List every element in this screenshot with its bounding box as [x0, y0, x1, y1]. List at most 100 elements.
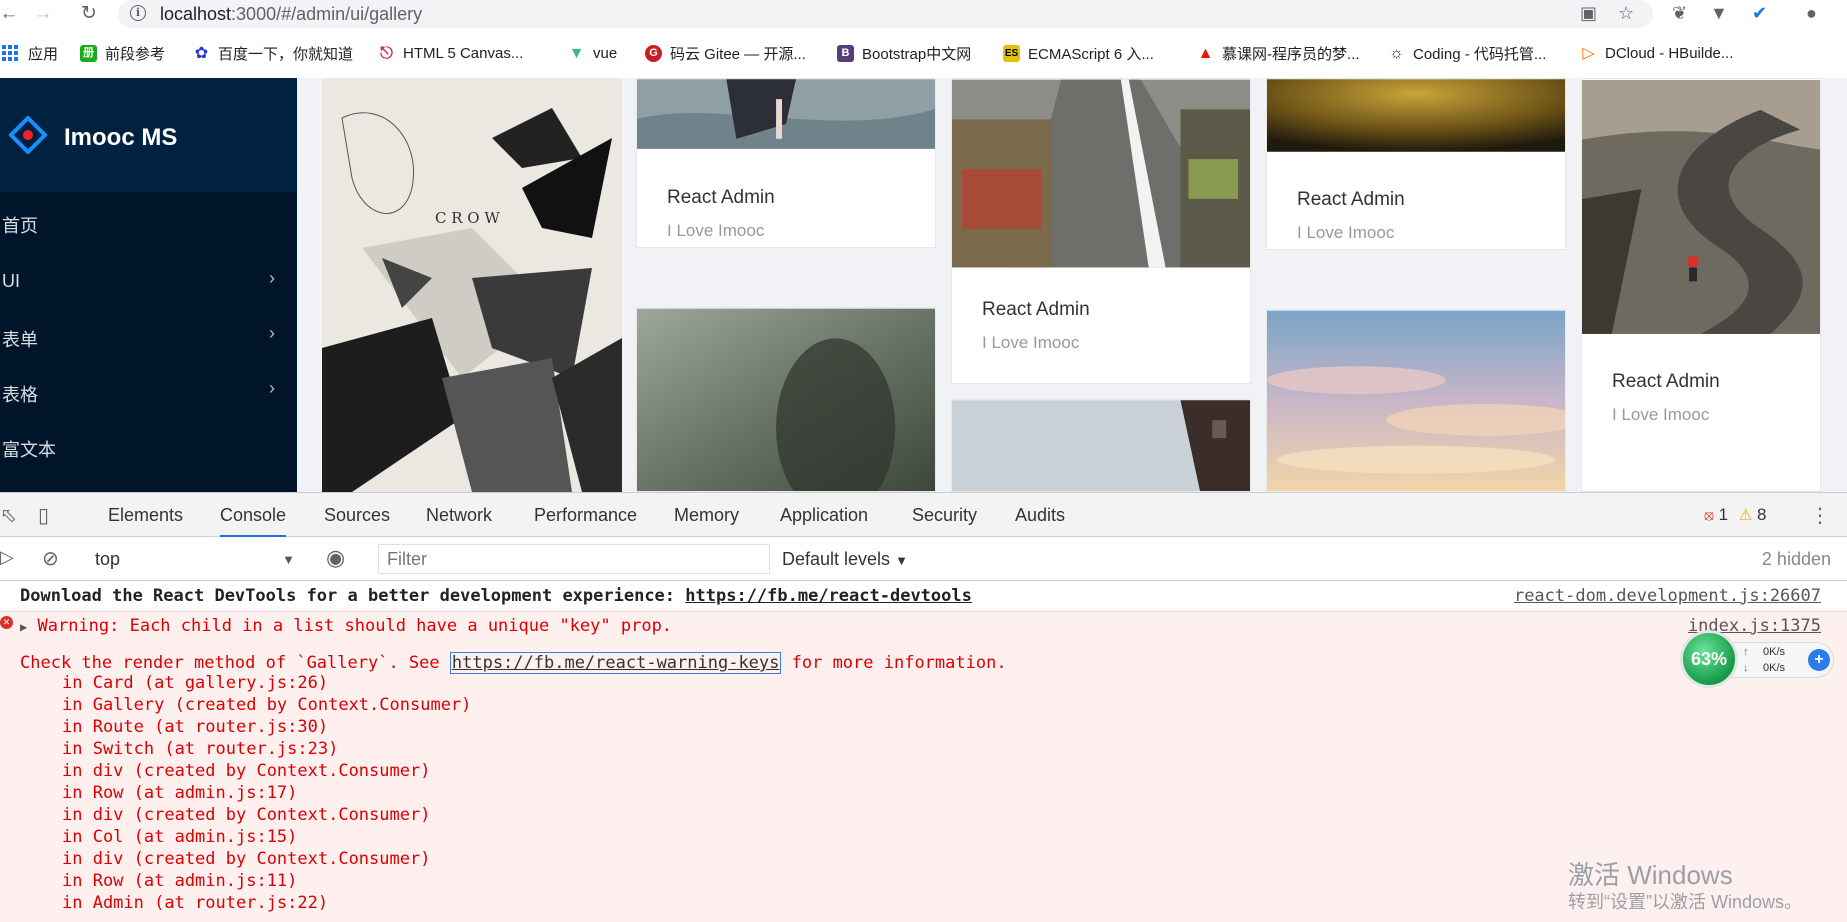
profile-avatar-icon[interactable]: ●: [1806, 3, 1817, 24]
network-speed-widget[interactable]: ↑ 0K/s ↓ 0K/s + 63%: [1680, 630, 1836, 690]
plus-icon[interactable]: +: [1808, 649, 1830, 671]
gallery-card[interactable]: React Admin I Love Imooc: [1266, 78, 1566, 250]
forward-arrow-icon[interactable]: →: [30, 2, 56, 26]
bookmark-gitee[interactable]: G 码云 Gitee — 开源...: [645, 43, 806, 63]
gallery-card[interactable]: [951, 399, 1251, 492]
caret-down-icon: ▼: [282, 552, 295, 567]
apps-icon: [2, 45, 18, 61]
devtools-tabbar: ⬁ ▯ Elements Console Sources Network Per…: [0, 493, 1847, 537]
error-icon: ⦻: [1704, 507, 1714, 524]
more-options-icon[interactable]: ⋮: [1810, 503, 1830, 528]
card-image-road: [1582, 80, 1820, 334]
tab-security[interactable]: Security: [912, 505, 977, 526]
chevron-right-icon: ›: [269, 323, 275, 343]
tab-elements[interactable]: Elements: [108, 505, 183, 526]
menu-item-ui[interactable]: UI ›: [0, 261, 297, 301]
menu-item-form[interactable]: 表单 ›: [0, 316, 297, 356]
info-text: Download the React DevTools for a better…: [20, 586, 972, 606]
stack-line: in Row (at admin.js:11): [62, 871, 298, 891]
log-levels-dropdown[interactable]: Default levels ▼: [782, 549, 908, 570]
extension-vue-icon[interactable]: ▼: [1710, 3, 1728, 24]
gallery-card[interactable]: [636, 307, 936, 492]
tab-network[interactable]: Network: [426, 505, 492, 526]
bookmark-baidu[interactable]: ✿ 百度一下，你就知道: [193, 43, 353, 63]
memory-usage-ball[interactable]: 63%: [1680, 630, 1738, 688]
bookmark-ecmascript[interactable]: ES ECMAScript 6 入...: [1003, 43, 1154, 63]
menu-label: 富文本: [2, 440, 56, 460]
stack-line: in div (created by Context.Consumer): [62, 849, 431, 869]
show-sidebar-icon[interactable]: ▷: [0, 547, 14, 568]
download-arrow-icon: ↓: [1743, 662, 1749, 674]
coding-icon: ☼: [1389, 44, 1404, 62]
stack-line: in div (created by Context.Consumer): [62, 761, 431, 781]
menu-item-home[interactable]: 首页: [0, 202, 297, 242]
tab-audits[interactable]: Audits: [1015, 505, 1065, 526]
clear-console-icon[interactable]: ⊘: [42, 546, 59, 571]
bookmark-star-icon[interactable]: ☆: [1618, 3, 1634, 24]
hidden-count: 2 hidden: [1761, 549, 1831, 569]
gallery-card[interactable]: [1266, 309, 1566, 492]
menu-item-table[interactable]: 表格 ›: [0, 371, 297, 411]
error-x-icon: ✕: [0, 616, 13, 629]
bookmark-dcloud[interactable]: ▷ DCloud - HBuilde...: [1580, 43, 1733, 63]
error-count: 1: [1718, 505, 1729, 524]
back-arrow-icon[interactable]: ←: [0, 2, 22, 26]
reload-icon[interactable]: ↻: [76, 2, 102, 26]
react-devtools-link[interactable]: https://fb.me/react-devtools: [685, 586, 972, 606]
levels-label: Default levels: [782, 549, 891, 569]
address-bar[interactable]: i localhost:3000/#/admin/ui/gallery ▣ ☆: [118, 0, 1653, 28]
tab-memory[interactable]: Memory: [674, 505, 739, 526]
device-toolbar-icon[interactable]: ▯: [38, 503, 49, 528]
translate-icon[interactable]: ▣: [1580, 3, 1597, 24]
info-source-link[interactable]: react-dom.development.js:26607: [1514, 586, 1821, 606]
react-warning-keys-link[interactable]: https://fb.me/react-warning-keys: [449, 652, 782, 674]
card-image-water: [637, 79, 935, 149]
eye-icon[interactable]: ◉: [326, 545, 345, 571]
bookmark-coding[interactable]: ☼ Coding - 代码托管...: [1388, 43, 1546, 63]
card-description: I Love Imooc: [982, 333, 1080, 352]
bookmark-qianduan[interactable]: 册 前段参考: [80, 43, 165, 63]
issue-counter[interactable]: ⦻ 1 ⚠ 8: [1704, 505, 1767, 525]
menu-item-rich-text[interactable]: 富文本: [0, 426, 297, 466]
es-icon: ES: [1003, 44, 1020, 62]
bookmark-html5-canvas[interactable]: ⎋ HTML 5 Canvas...: [378, 43, 523, 63]
gallery-card[interactable]: React Admin I Love Imooc: [1581, 78, 1821, 492]
gallery-card-crow[interactable]: C R O W: [322, 78, 622, 492]
context-value: top: [95, 549, 121, 569]
bookmark-vue[interactable]: ▼ vue: [568, 43, 618, 63]
tab-console[interactable]: Console: [220, 505, 287, 537]
inspect-element-icon[interactable]: ⬁: [0, 503, 17, 528]
card-image-autumn: [1267, 79, 1565, 152]
bookmark-imooc[interactable]: ▲ 慕课网-程序员的梦...: [1197, 43, 1360, 63]
tab-performance[interactable]: Performance: [534, 505, 637, 526]
card-image-sky: [1267, 310, 1565, 491]
bookmark-apps[interactable]: 应用: [2, 43, 58, 63]
bookmark-bootstrap[interactable]: B Bootstrap中文网: [837, 43, 971, 63]
gallery-card[interactable]: React Admin I Love Imooc: [636, 78, 936, 248]
card-image-building: [952, 400, 1250, 491]
bookmark-green-icon: 册: [80, 44, 97, 62]
filter-input[interactable]: Filter: [378, 544, 770, 574]
card-title: React Admin: [667, 187, 775, 208]
stack-line: in Col (at admin.js:15): [62, 827, 298, 847]
extension-badge-icon[interactable]: ✔: [1752, 3, 1767, 24]
card-title: React Admin: [1297, 189, 1405, 210]
extension-leaf-icon[interactable]: ❦: [1672, 3, 1687, 24]
card-description: I Love Imooc: [667, 221, 765, 240]
url-text[interactable]: localhost:3000/#/admin/ui/gallery: [160, 4, 422, 25]
html5-icon: ⎋: [380, 44, 393, 62]
imooc-flame-icon: ▲: [1197, 44, 1214, 62]
warning-title[interactable]: ▶ Warning: Each child in a list should h…: [20, 616, 672, 636]
gallery-card[interactable]: React Admin I Love Imooc: [951, 78, 1251, 384]
logo-diamond-icon: [9, 116, 47, 154]
context-select[interactable]: top ▼: [95, 549, 295, 570]
tab-application[interactable]: Application: [780, 505, 868, 526]
tab-sources[interactable]: Sources: [324, 505, 390, 526]
site-info-icon[interactable]: i: [130, 5, 146, 21]
card-title: React Admin: [1612, 371, 1720, 392]
logo-area[interactable]: Imooc MS: [0, 78, 297, 192]
expand-triangle-icon[interactable]: ▶: [20, 620, 27, 634]
menu-label: 表单: [2, 330, 38, 350]
caret-down-icon: ▼: [895, 553, 908, 568]
net-speed-panel: ↑ 0K/s ↓ 0K/s +: [1730, 642, 1834, 678]
